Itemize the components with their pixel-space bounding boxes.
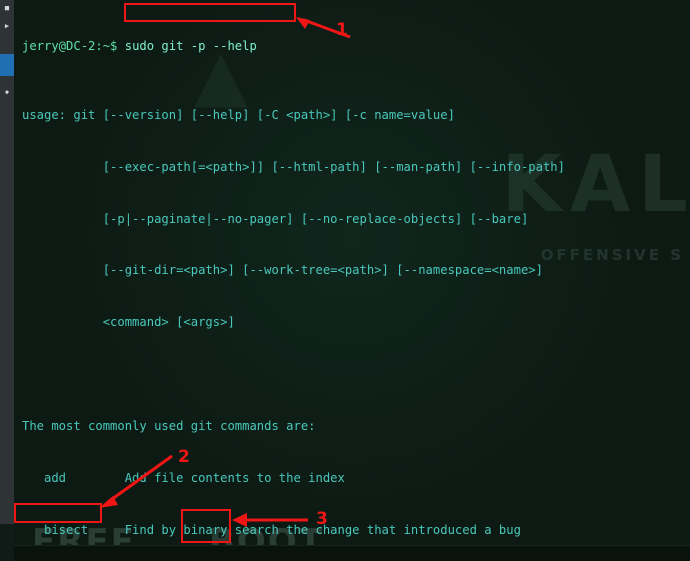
annotation-number-3: 3 — [316, 509, 328, 529]
output-line: <command> [<args>] — [22, 315, 235, 330]
output-line: The most commonly used git commands are: — [22, 419, 316, 434]
output-line: [--git-dir=<path>] [--work-tree=<path>] … — [22, 263, 543, 278]
output-line: [-p|--paginate|--no-pager] [--no-replace… — [22, 211, 529, 226]
screenshot-root: ■ ▶ ◆ ▲ KAL OFFENSIVE S FREE BOOT jerry@… — [0, 0, 690, 561]
typed-command: sudo git -p --help — [124, 38, 257, 53]
desktop-strip-bottom — [0, 524, 14, 561]
annotation-box-command — [124, 3, 296, 22]
annotation-number-2: 2 — [178, 447, 190, 467]
annotation-box-escape-input — [14, 503, 102, 523]
annotation-number-1: 1 — [336, 20, 348, 40]
desktop-left-strip: ■ ▶ ◆ — [0, 0, 14, 561]
shell-prompt: jerry@DC-2:~$ — [22, 38, 118, 53]
output-line: add Add file contents to the index — [22, 471, 345, 486]
output-line: [--exec-path[=<path>]] [--html-path] [--… — [22, 159, 565, 174]
terminal-output: jerry@DC-2:~$ sudo git -p --help usage: … — [14, 0, 690, 561]
browser-icon[interactable]: ◆ — [1, 88, 13, 97]
terminal-icon[interactable]: ▶ — [1, 22, 13, 31]
command-line: jerry@DC-2:~$ sudo git -p --help — [14, 38, 690, 55]
taskbar-active-window-indicator[interactable] — [0, 54, 14, 76]
annotation-box-root-prompt — [181, 509, 231, 543]
terminal-window[interactable]: ▲ KAL OFFENSIVE S FREE BOOT jerry@DC-2:~… — [14, 0, 690, 561]
output-line: bisect Find by binary search the change … — [22, 522, 521, 537]
files-icon[interactable]: ■ — [1, 4, 13, 13]
output-line: usage: git [--version] [--help] [-C <pat… — [22, 107, 455, 122]
